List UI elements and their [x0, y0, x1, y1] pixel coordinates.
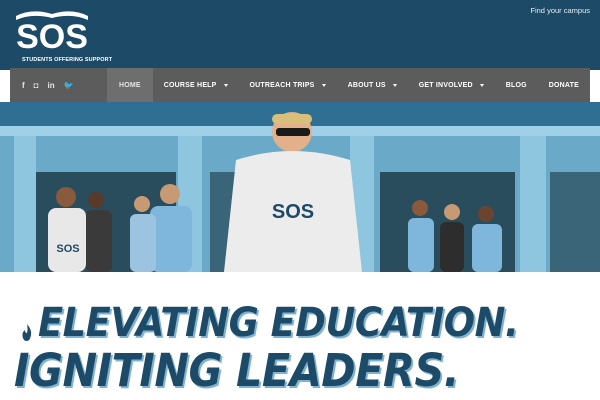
hero-headline: ELEVATING EDUCATION. IGNITING LEADERS.	[0, 272, 600, 400]
nav-label: GET INVOLVED	[418, 81, 473, 89]
twitter-icon[interactable]: 🐦	[64, 81, 74, 90]
linkedin-icon[interactable]: in	[48, 81, 55, 90]
logo-tagline: STUDENTS OFFERING SUPPORT	[22, 57, 113, 63]
nav-label: OUTREACH TRIPS	[249, 81, 315, 89]
nav-label: DONATE	[548, 81, 579, 89]
nav-item-get-involved[interactable]: GET INVOLVED	[408, 68, 495, 102]
logo-graphic: SOS	[16, 11, 88, 54]
chevron-down-icon	[321, 83, 326, 87]
nav-item-blog[interactable]: BLOG	[495, 68, 538, 102]
nav-item-course-help[interactable]: COURSE HELP	[153, 68, 239, 102]
nav-label: COURSE HELP	[163, 81, 217, 89]
social-links: f ◘ in 🐦	[10, 81, 107, 90]
nav-menu: HOME COURSE HELP OUTREACH TRIPS ABOUT US…	[106, 68, 590, 102]
nav-item-about-us[interactable]: ABOUT US	[337, 68, 408, 102]
site-header: SOS STUDENTS OFFERING SUPPORT Find your …	[0, 0, 600, 70]
headline-line-2: IGNITING LEADERS.	[14, 344, 460, 397]
nav-label: BLOG	[505, 81, 527, 89]
instagram-icon[interactable]: ◘	[34, 81, 39, 90]
nav-label: ABOUT US	[347, 81, 386, 89]
facebook-icon[interactable]: f	[22, 81, 25, 90]
logo-text: SOS	[16, 18, 88, 54]
sos-logo[interactable]: SOS STUDENTS OFFERING SUPPORT	[10, 6, 112, 63]
nav-item-home[interactable]: HOME	[106, 68, 153, 102]
shirt-logo-text: SOS	[272, 201, 314, 223]
nav-item-donate[interactable]: DONATE	[538, 68, 590, 102]
flame-icon	[22, 324, 32, 341]
find-campus-link[interactable]: Find your campus	[530, 6, 590, 15]
chevron-down-icon	[223, 83, 228, 87]
nav-label: HOME	[118, 81, 141, 89]
nav-item-outreach-trips[interactable]: OUTREACH TRIPS	[239, 68, 337, 102]
chevron-down-icon	[479, 83, 484, 87]
headline-line-1: ELEVATING EDUCATION.	[38, 300, 519, 346]
hero-image: SOS SOS	[0, 102, 600, 272]
hero-scene: SOS SOS	[0, 102, 600, 272]
main-nav: f ◘ in 🐦 HOME COURSE HELP OUTREACH TRIPS…	[10, 68, 590, 102]
chevron-down-icon	[392, 83, 397, 87]
kid-shirt-logo-text: SOS	[56, 243, 79, 255]
